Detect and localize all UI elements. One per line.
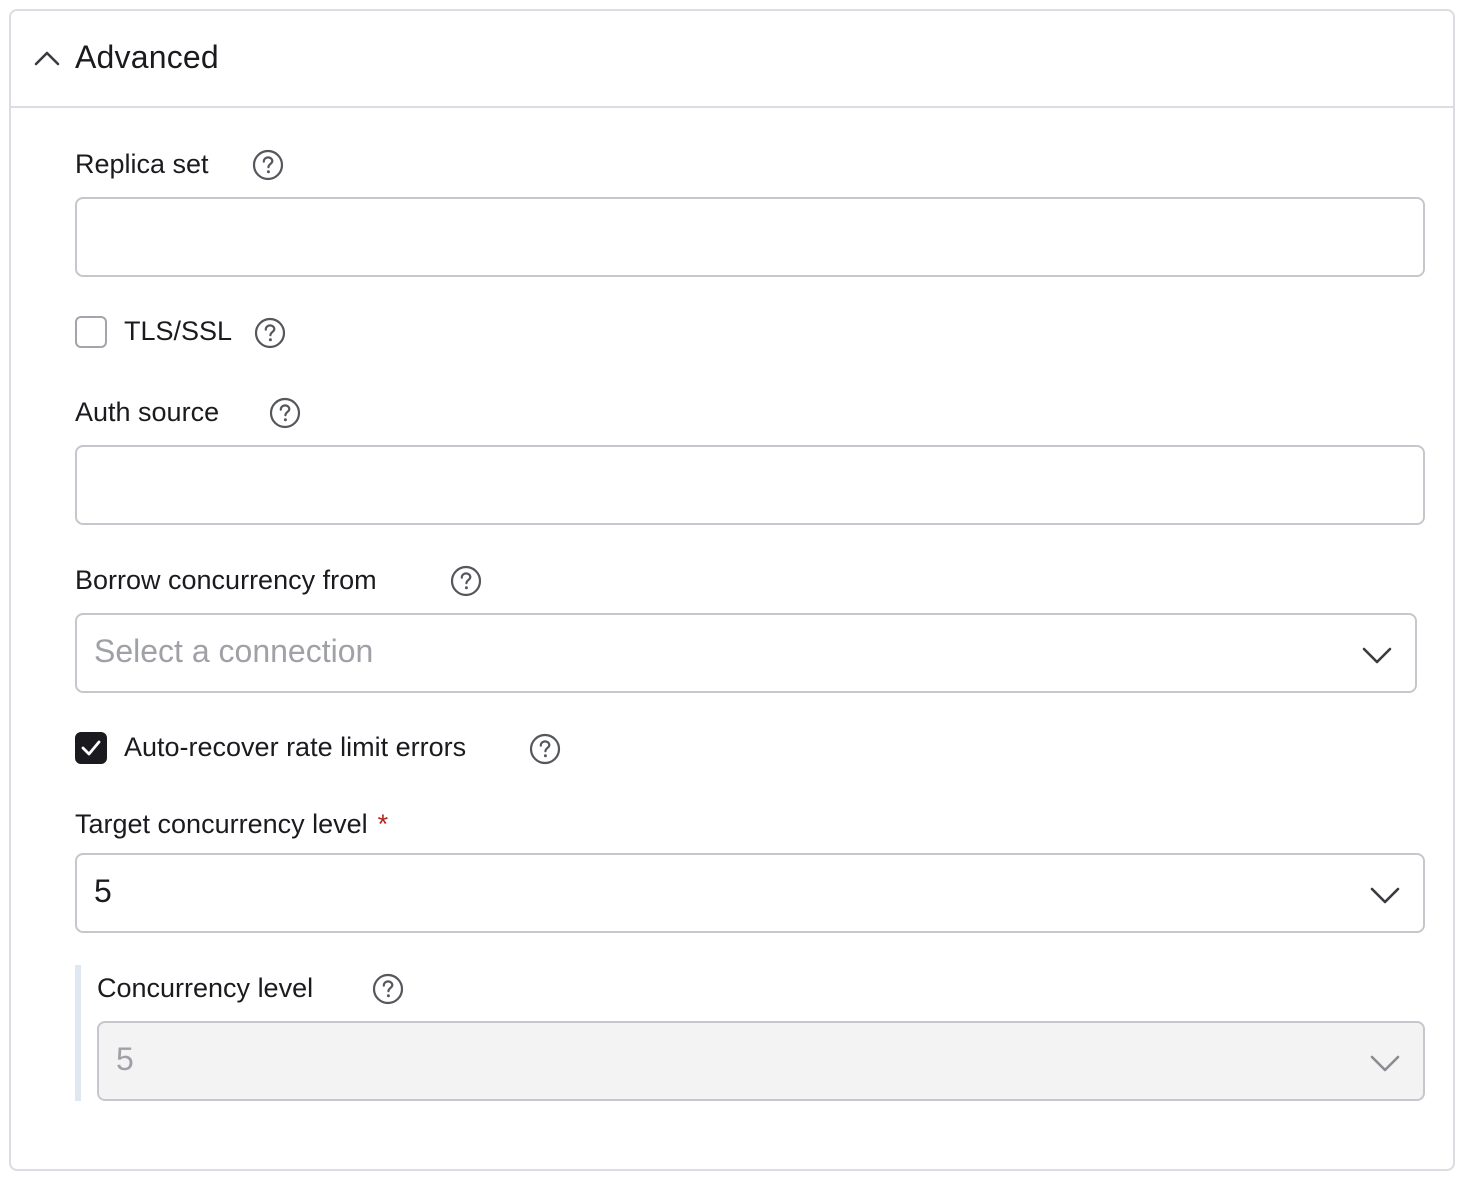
chevron-down-icon <box>1370 1055 1400 1072</box>
target-concurrency-label: Target concurrency level * <box>75 809 388 840</box>
help-circle-icon[interactable] <box>269 397 301 429</box>
concurrency-level-label: Concurrency level <box>97 973 314 1003</box>
help-circle-icon[interactable] <box>254 317 286 349</box>
tls-ssl-label: TLS/SSL <box>124 316 233 346</box>
help-circle-icon[interactable] <box>529 733 561 765</box>
select-placeholder: Select a connection <box>94 633 374 669</box>
section-title: Advanced <box>75 39 219 75</box>
advanced-section-header[interactable]: Advanced <box>11 11 1453 108</box>
help-circle-icon[interactable] <box>252 149 284 181</box>
tls-ssl-checkbox[interactable] <box>75 316 107 348</box>
replica-set-input[interactable] <box>75 197 1425 277</box>
target-concurrency-label-text: Target concurrency level <box>75 809 368 839</box>
concurrency-level-select: 5 <box>97 1021 1425 1101</box>
auth-source-input[interactable] <box>75 445 1425 525</box>
help-circle-icon[interactable] <box>450 565 482 597</box>
nested-indent-bar <box>75 965 81 1101</box>
chevron-down-icon <box>1370 887 1400 904</box>
borrow-connection-select[interactable]: Select a connection <box>75 613 1417 693</box>
auto-recover-label: Auto-recover rate limit errors <box>124 732 467 762</box>
checkmark-icon <box>81 740 101 756</box>
chevron-down-icon <box>1362 647 1392 664</box>
borrow-concurrency-label: Borrow concurrency from <box>75 565 377 595</box>
auth-source-label: Auth source <box>75 397 220 427</box>
help-circle-icon[interactable] <box>372 973 404 1005</box>
required-marker: * <box>377 809 389 839</box>
concurrency-level-value: 5 <box>116 1041 134 1077</box>
advanced-panel: Advanced Replica set TLS/SSL Auth source… <box>9 9 1455 1171</box>
target-concurrency-value: 5 <box>94 873 112 909</box>
auto-recover-checkbox[interactable] <box>75 732 107 764</box>
replica-set-label: Replica set <box>75 149 209 179</box>
target-concurrency-select[interactable]: 5 <box>75 853 1425 933</box>
chevron-up-icon[interactable] <box>33 48 61 68</box>
